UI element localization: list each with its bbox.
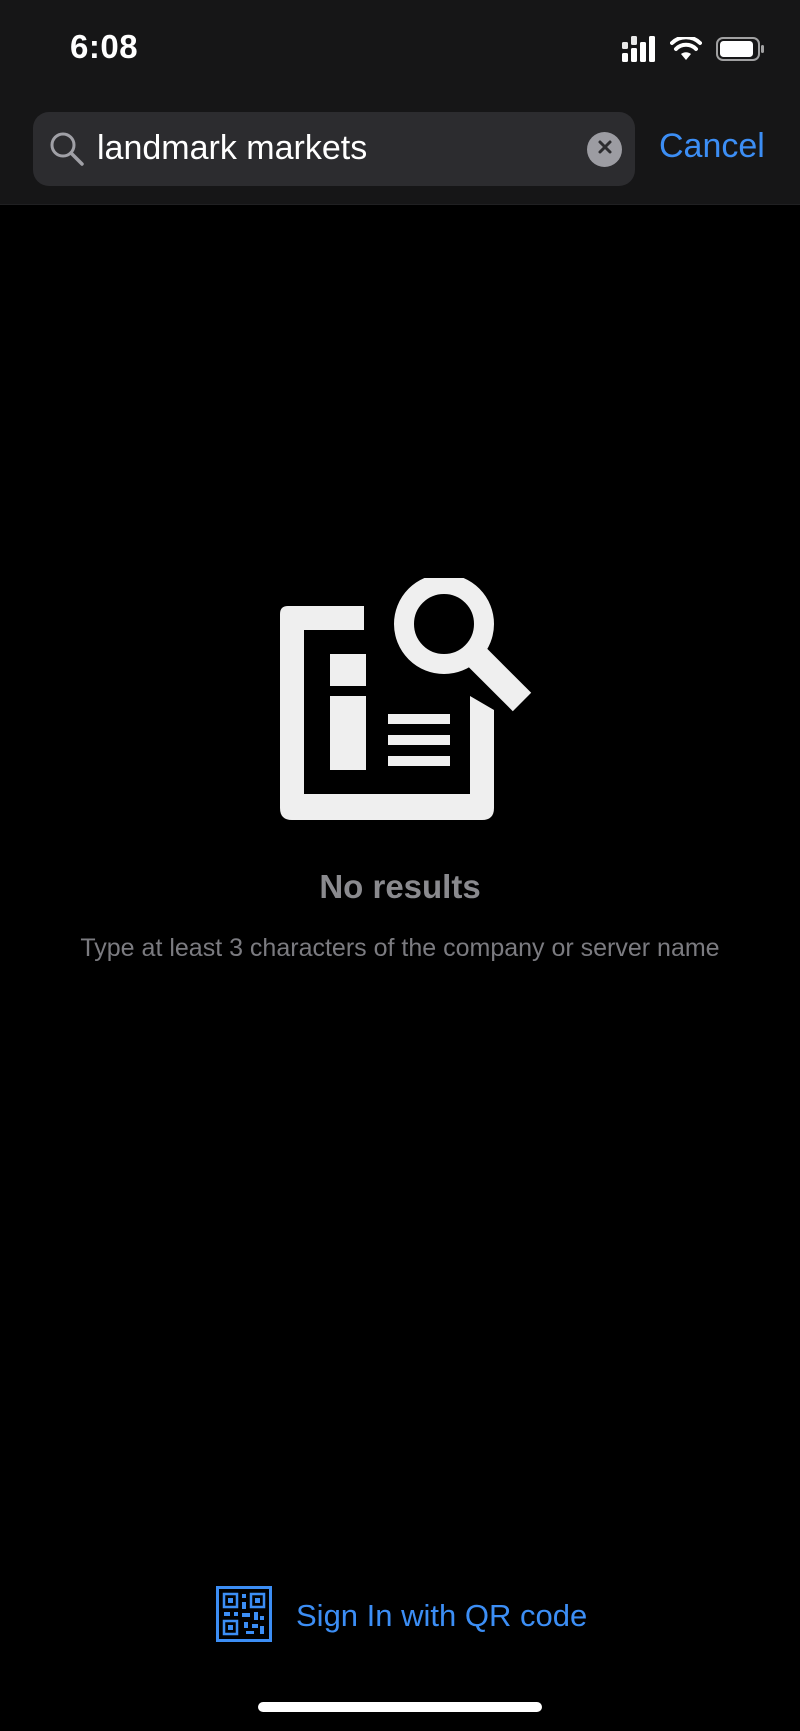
top-bar: 6:08 landmark markets Cancel bbox=[0, 0, 800, 205]
battery-icon bbox=[716, 37, 766, 66]
cellular-signal-icon bbox=[622, 36, 656, 67]
status-icons bbox=[622, 35, 766, 67]
clear-icon bbox=[597, 139, 613, 160]
search-bar[interactable]: landmark markets bbox=[33, 112, 635, 186]
search-icon bbox=[49, 131, 85, 172]
document-search-icon bbox=[280, 574, 540, 829]
clear-search-button[interactable] bbox=[587, 132, 622, 167]
empty-state-subtitle: Type at least 3 characters of the compan… bbox=[80, 934, 720, 962]
cancel-button[interactable]: Cancel bbox=[659, 127, 765, 166]
home-indicator[interactable] bbox=[258, 1702, 542, 1712]
qr-code-icon bbox=[216, 1585, 272, 1647]
wifi-icon bbox=[670, 35, 702, 66]
sign-in-qr-label: Sign In with QR code bbox=[296, 1598, 588, 1633]
empty-state-title: No results bbox=[319, 868, 481, 905]
sign-in-qr-button[interactable]: Sign In with QR code bbox=[216, 1585, 588, 1647]
status-time: 6:08 bbox=[70, 28, 139, 65]
search-input[interactable]: landmark markets bbox=[97, 129, 367, 168]
